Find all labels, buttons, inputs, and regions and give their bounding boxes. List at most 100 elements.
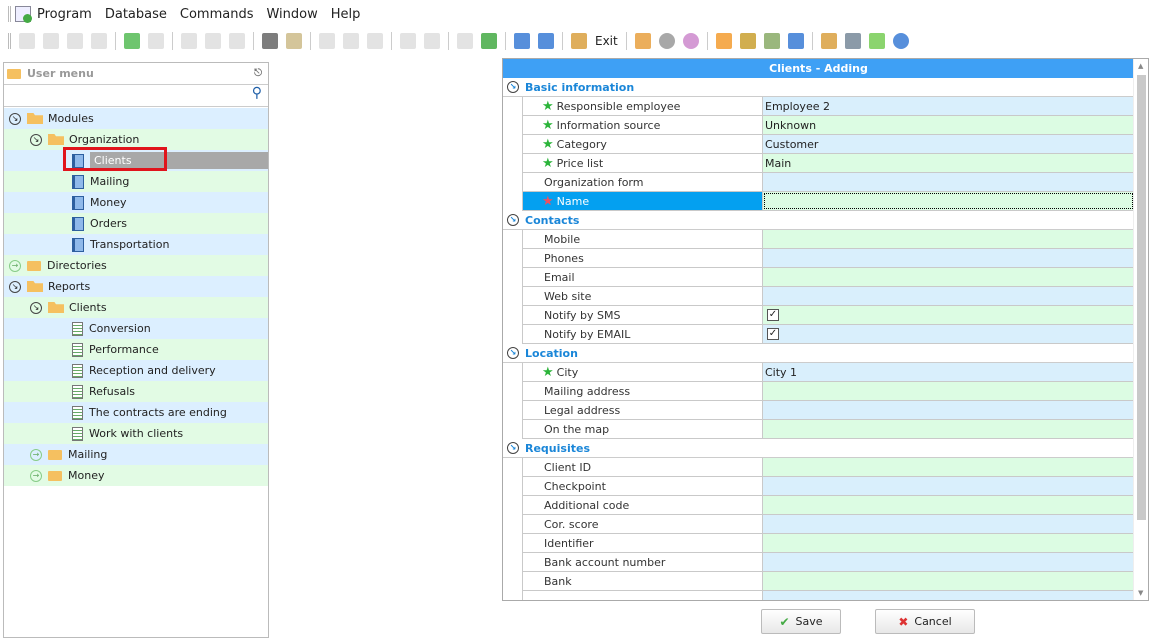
field-value[interactable] [763, 287, 1134, 305]
tree-item[interactable]: Money [4, 192, 268, 213]
tree-item[interactable]: Conversion [4, 318, 268, 339]
tree-item[interactable]: Transportation [4, 234, 268, 255]
field-value[interactable] [763, 534, 1134, 552]
print-icon[interactable] [844, 33, 861, 49]
tree-item[interactable]: → Mailing [4, 444, 268, 465]
close-window-icon[interactable] [514, 33, 530, 49]
field-value[interactable] [763, 230, 1134, 248]
field-value[interactable]: Main [763, 154, 1134, 172]
tree-item[interactable]: → Directories [4, 255, 268, 276]
note-icon[interactable] [424, 33, 440, 49]
field-value[interactable] [763, 458, 1134, 476]
users-icon[interactable] [763, 33, 780, 49]
copy-icon[interactable] [43, 33, 59, 49]
field-value[interactable] [763, 382, 1134, 400]
tree-item[interactable]: Orders [4, 213, 268, 234]
group-header[interactable]: ↘ Contacts [503, 211, 1134, 230]
collapse-icon[interactable]: ↘ [9, 112, 21, 125]
lock-icon[interactable] [739, 33, 756, 49]
edit-icon[interactable] [67, 33, 83, 49]
info-icon[interactable] [892, 33, 909, 49]
field-value[interactable] [763, 268, 1134, 286]
flag-icon[interactable] [262, 33, 278, 49]
field-value[interactable] [763, 496, 1134, 514]
group-header[interactable]: ↘ Requisites [503, 439, 1134, 458]
expand-icon[interactable] [319, 33, 335, 49]
search-icon[interactable] [148, 33, 164, 49]
expand-icon[interactable]: → [30, 448, 42, 461]
collapse-icon[interactable]: ↘ [507, 214, 519, 226]
menu-database[interactable]: Database [105, 7, 167, 22]
image-icon[interactable] [286, 33, 302, 49]
rss-icon[interactable] [715, 33, 732, 49]
filter-icon[interactable] [181, 33, 197, 49]
close-all-windows-icon[interactable] [538, 33, 554, 49]
menu-window[interactable]: Window [266, 7, 317, 22]
tree-item[interactable]: ↘ Reports [4, 276, 268, 297]
tree-item[interactable]: ↘ Modules [4, 108, 268, 129]
add-icon[interactable] [19, 33, 35, 49]
collapse-icon[interactable]: ↘ [30, 301, 42, 314]
scroll-down-icon[interactable]: ▼ [1138, 589, 1143, 597]
field-value[interactable]: Customer [763, 135, 1134, 153]
field-value[interactable]: City 1 [763, 363, 1134, 381]
group-header[interactable]: ↘ Location [503, 344, 1134, 363]
scroll-up-icon[interactable]: ▲ [1138, 62, 1143, 70]
field-value[interactable] [763, 173, 1134, 191]
field-value[interactable] [763, 572, 1134, 590]
plug-icon[interactable] [787, 33, 804, 49]
table-icon[interactable] [820, 33, 837, 49]
exit-button[interactable]: Exit [595, 34, 618, 48]
color-wheel-icon[interactable] [682, 33, 699, 49]
tree-item[interactable]: Performance [4, 339, 268, 360]
collapse-icon[interactable]: ↘ [507, 81, 519, 93]
menu-help[interactable]: Help [331, 7, 361, 22]
field-value[interactable] [763, 553, 1134, 571]
tree-item[interactable]: → Money [4, 465, 268, 486]
tree-item[interactable]: The contracts are ending [4, 402, 268, 423]
cancel-button[interactable]: ✖ Cancel [875, 609, 975, 634]
group-header[interactable]: ↘ Basic information [503, 78, 1134, 97]
download-icon[interactable] [457, 33, 473, 49]
field-value[interactable] [763, 192, 1134, 210]
pin-icon[interactable]: ⎋ [254, 68, 262, 79]
exit-icon[interactable] [571, 33, 587, 49]
menu-commands[interactable]: Commands [180, 7, 254, 22]
add-column-icon[interactable] [400, 33, 416, 49]
field-value[interactable] [763, 249, 1134, 267]
field-value[interactable]: Employee 2 [763, 97, 1134, 115]
location-pin-icon[interactable] [634, 33, 651, 49]
collapse-icon[interactable]: ↘ [507, 442, 519, 454]
expand-all-icon[interactable] [343, 33, 359, 49]
field-value[interactable] [763, 591, 1134, 600]
expand-icon[interactable]: → [30, 469, 42, 482]
excel-export-icon[interactable] [481, 33, 497, 49]
field-value[interactable]: ✓ [763, 306, 1134, 324]
field-value[interactable]: Unknown [763, 116, 1134, 134]
filter-check-icon[interactable] [229, 33, 245, 49]
checkbox[interactable]: ✓ [767, 328, 779, 340]
tree-item[interactable]: Work with clients [4, 423, 268, 444]
tree-item[interactable]: Reception and delivery [4, 360, 268, 381]
settings-icon[interactable] [658, 33, 675, 49]
field-value[interactable]: ✓ [763, 325, 1134, 343]
filter-clear-icon[interactable] [205, 33, 221, 49]
search-icon[interactable]: ⚲ [4, 85, 268, 107]
collapse-icon[interactable]: ↘ [9, 280, 21, 293]
expand-icon[interactable]: → [9, 259, 21, 272]
refresh-icon[interactable] [124, 33, 140, 49]
collapse-all-icon[interactable] [367, 33, 383, 49]
save-button[interactable]: ✔ Save [761, 609, 841, 634]
checkbox[interactable]: ✓ [767, 309, 779, 321]
vertical-scrollbar[interactable]: ▲ ▼ [1133, 59, 1148, 600]
field-value[interactable] [763, 477, 1134, 495]
tree-item[interactable]: Mailing [4, 171, 268, 192]
play-icon[interactable] [868, 33, 885, 49]
field-value[interactable] [763, 401, 1134, 419]
delete-icon[interactable] [91, 33, 107, 49]
field-value[interactable] [763, 515, 1134, 533]
field-value[interactable] [763, 420, 1134, 438]
menu-program[interactable]: Program [37, 7, 92, 22]
collapse-icon[interactable]: ↘ [507, 347, 519, 359]
scroll-thumb[interactable] [1137, 75, 1146, 520]
